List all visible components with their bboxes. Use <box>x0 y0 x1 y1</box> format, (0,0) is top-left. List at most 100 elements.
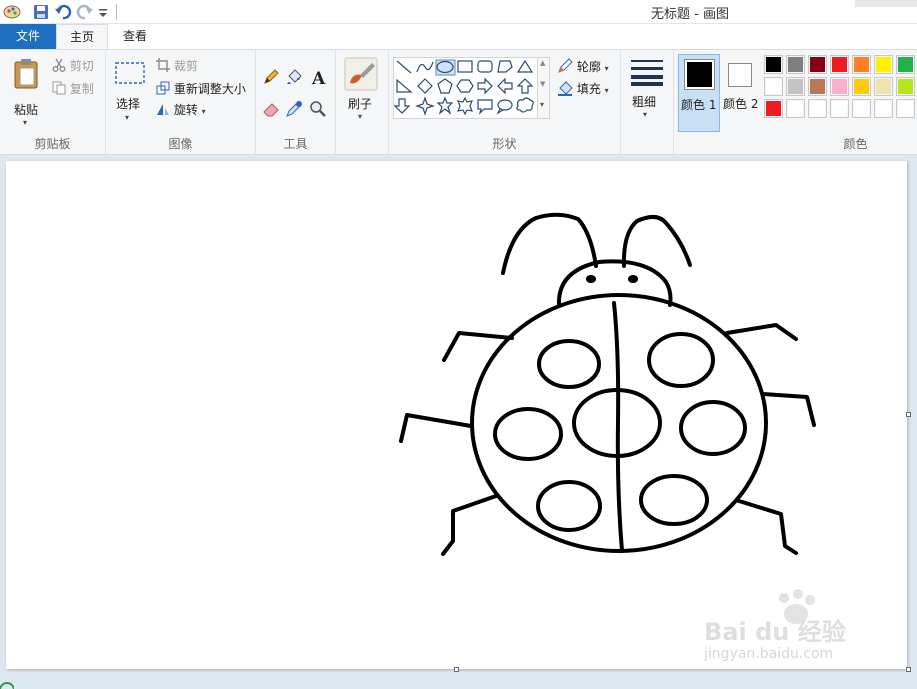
tools-group: A 工具 <box>256 50 336 154</box>
palette-swatch-color <box>876 79 891 94</box>
palette-swatch[interactable] <box>764 99 783 118</box>
palette-swatch-color <box>898 79 913 94</box>
palette-swatch[interactable] <box>808 99 827 118</box>
cut-button[interactable]: 剪切 <box>52 57 94 74</box>
palette-swatch-color <box>832 57 847 72</box>
resize-label: 重新调整大小 <box>173 82 246 96</box>
eraser-icon[interactable] <box>262 100 280 118</box>
paste-icon <box>14 59 38 89</box>
shapes-gallery: ▲ ▼ ▾ <box>393 57 550 119</box>
palette-swatch-color <box>832 101 847 116</box>
palette-swatch[interactable] <box>896 99 915 118</box>
fill-button[interactable]: 填充 ▾ <box>557 80 609 97</box>
redo-icon[interactable] <box>76 3 94 21</box>
palette-swatch-color <box>832 79 847 94</box>
size-button[interactable]: 粗细 ▾ <box>627 56 667 128</box>
watermark: Bai du 经验 jingyan.baidu.com <box>700 588 870 668</box>
size-label: 粗细 <box>632 95 657 109</box>
ribbon: 粘贴 ▾ 剪切 复制 剪贴板 选择 ▾ 裁剪 重新调整大小 旋转 ▾ 图像 A … <box>0 49 917 155</box>
palette-swatch[interactable] <box>852 77 871 96</box>
rotate-button[interactable]: 旋转 ▾ <box>156 101 206 118</box>
tools-group-label: 工具 <box>283 137 308 151</box>
palette-swatch[interactable] <box>786 55 805 74</box>
palette-swatch[interactable] <box>830 99 849 118</box>
status-bar-icon <box>0 682 14 689</box>
palette-swatch[interactable] <box>852 55 871 74</box>
color1-swatch-frame <box>684 59 715 90</box>
canvas-resize-handle-bottom[interactable] <box>454 667 459 672</box>
palette-swatch[interactable] <box>896 77 915 96</box>
crop-button[interactable]: 裁剪 <box>156 57 198 74</box>
colors-group-label: 颜色 <box>843 137 868 151</box>
resize-icon <box>156 81 170 95</box>
size-dropdown-icon: ▾ <box>643 110 648 119</box>
palette-swatch[interactable] <box>786 99 805 118</box>
paste-button[interactable]: 粘贴 ▾ <box>6 56 46 131</box>
brushes-button[interactable]: 刷子 ▾ <box>342 56 382 126</box>
canvas-resize-handle-right[interactable] <box>906 412 911 417</box>
image-group-label: 图像 <box>168 137 193 151</box>
resize-button[interactable]: 重新调整大小 <box>156 80 246 97</box>
brush-icon <box>344 57 378 91</box>
tab-home[interactable]: 主页 <box>56 24 108 50</box>
cut-label: 剪切 <box>69 59 94 73</box>
copy-button[interactable]: 复制 <box>52 80 94 97</box>
paste-dropdown-icon: ▾ <box>23 118 28 127</box>
outline-dropdown-icon: ▾ <box>604 64 609 73</box>
scroll-up-icon[interactable]: ▲ <box>540 59 545 67</box>
palette-swatch[interactable] <box>808 55 827 74</box>
shapes-gallery-icons <box>394 59 534 116</box>
brushes-label: 刷子 <box>348 97 373 111</box>
color2-button[interactable]: 颜色 2 <box>722 54 762 132</box>
outline-button[interactable]: 轮廓 ▾ <box>557 58 609 75</box>
palette-swatch-color <box>788 57 803 72</box>
palette-swatch-color <box>876 101 891 116</box>
toolbar-divider <box>116 4 117 20</box>
palette-swatch-color <box>810 57 825 72</box>
palette-swatch[interactable] <box>874 99 893 118</box>
paint-app-icon[interactable] <box>2 3 22 21</box>
color-picker-icon[interactable] <box>285 100 303 118</box>
palette-swatch[interactable] <box>808 77 827 96</box>
palette-swatch[interactable] <box>896 55 915 74</box>
fill-bucket-icon[interactable] <box>285 68 303 86</box>
save-icon[interactable] <box>32 3 50 21</box>
window-controls[interactable] <box>855 0 917 7</box>
scroll-down-icon[interactable]: ▼ <box>540 80 545 88</box>
canvas-resize-handle-corner[interactable] <box>906 667 911 672</box>
palette-swatch[interactable] <box>874 55 893 74</box>
palette-swatch[interactable] <box>874 77 893 96</box>
color1-label: 颜色 1 <box>681 98 717 112</box>
palette-swatch[interactable] <box>786 77 805 96</box>
select-button[interactable]: 选择 ▾ <box>112 58 148 130</box>
copy-label: 复制 <box>69 82 94 96</box>
select-rectangle-icon <box>115 62 145 84</box>
palette-swatch[interactable] <box>852 99 871 118</box>
palette-swatch[interactable] <box>764 55 783 74</box>
fill-label: 填充 <box>576 82 601 96</box>
ribbon-tabs: 文件 主页 查看 <box>0 24 917 50</box>
paste-label: 粘贴 <box>14 103 39 117</box>
customize-toolbar-icon[interactable] <box>97 3 109 21</box>
palette-swatch[interactable] <box>764 77 783 96</box>
palette-swatch[interactable] <box>830 55 849 74</box>
pencil-icon[interactable] <box>262 68 280 86</box>
fill-icon <box>558 81 573 96</box>
title-bar: 无标题 - 画图 <box>0 0 917 24</box>
text-icon[interactable]: A <box>310 68 328 86</box>
tab-view[interactable]: 查看 <box>112 24 158 49</box>
palette-swatch-color <box>788 79 803 94</box>
shapes-expand-icon[interactable]: ▾ <box>540 100 544 109</box>
crop-label: 裁剪 <box>173 59 198 73</box>
tab-file[interactable]: 文件 <box>0 24 56 49</box>
outline-icon <box>558 58 573 73</box>
fill-dropdown-icon: ▾ <box>604 86 609 95</box>
color2-swatch-frame <box>728 63 752 87</box>
color2-swatch <box>730 65 750 85</box>
palette-swatch[interactable] <box>830 77 849 96</box>
select-dropdown-icon: ▾ <box>125 113 130 122</box>
undo-icon[interactable] <box>54 3 72 21</box>
magnifier-icon[interactable] <box>309 100 327 118</box>
shapes-scrollbar[interactable]: ▲ ▼ ▾ <box>537 58 549 118</box>
color1-button[interactable]: 颜色 1 <box>678 54 720 132</box>
